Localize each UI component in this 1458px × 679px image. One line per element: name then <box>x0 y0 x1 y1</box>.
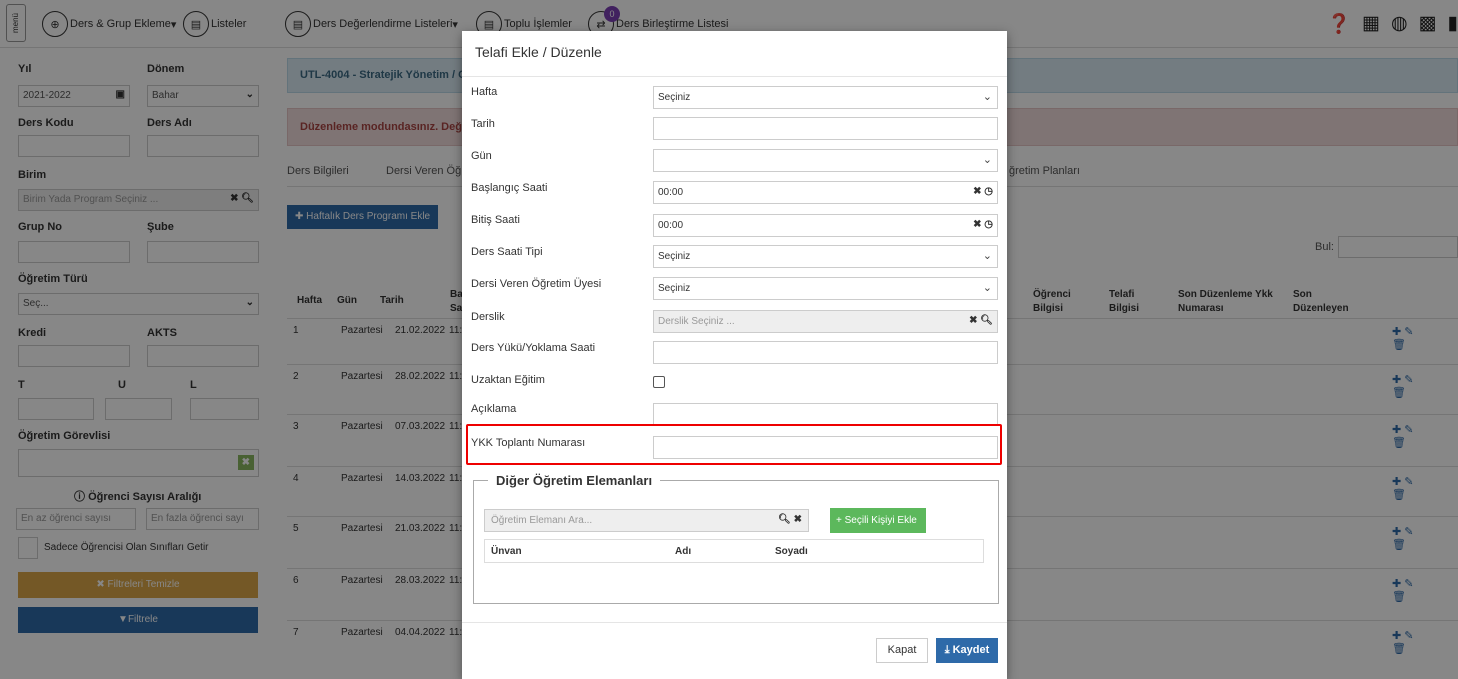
uye-select[interactable]: Seçiniz ⌄ <box>653 277 998 300</box>
staff-table-header: Ünvan Adı Soyadı <box>484 539 984 563</box>
aciklama-input[interactable] <box>653 403 998 426</box>
th-unvan: Ünvan <box>491 546 522 557</box>
yuk-input[interactable] <box>653 341 998 364</box>
uzaktan-checkbox[interactable] <box>653 376 665 388</box>
gun-label: Gün <box>471 150 492 162</box>
close-button[interactable]: Kapat <box>876 638 928 663</box>
derslik-label: Derslik <box>471 311 505 323</box>
tarih-label: Tarih <box>471 118 495 130</box>
clear-clock-icons[interactable]: ✖ ◷ <box>973 219 993 230</box>
th-soyadi: Soyadı <box>775 546 808 557</box>
download-icon: ⤓ <box>944 644 953 656</box>
uzaktan-label: Uzaktan Eğitim <box>471 374 545 386</box>
telafi-modal: Telafi Ekle / Düzenle Hafta Seçiniz ⌄ Tar… <box>462 31 1007 679</box>
ykk-label: YKK Toplantı Numarası <box>471 437 586 449</box>
search-clear-icons[interactable]: 🔍︎ ✖ <box>778 514 802 525</box>
th-adi: Adı <box>675 546 692 557</box>
tarih-input[interactable] <box>653 117 998 140</box>
staff-search-input[interactable]: Öğretim Elemanı Ara... 🔍︎ ✖ <box>484 509 809 532</box>
divider <box>462 622 1007 623</box>
clear-search-icons[interactable]: ✖ 🔍︎ <box>969 315 993 326</box>
derslik-input[interactable]: Derslik Seçiniz ... ✖ 🔍︎ <box>653 310 998 333</box>
clear-clock-icons[interactable]: ✖ ◷ <box>973 186 993 197</box>
bitis-label: Bitiş Saati <box>471 214 520 226</box>
hafta-label: Hafta <box>471 86 498 98</box>
chevron-down-icon: ⌄ <box>982 154 992 166</box>
ykk-input[interactable] <box>653 436 998 459</box>
hafta-select[interactable]: Seçiniz ⌄ <box>653 86 998 109</box>
tip-select[interactable]: Seçiniz ⌄ <box>653 245 998 268</box>
yuk-label: Ders Yükü/Yoklama Saati <box>471 342 596 354</box>
chevron-down-icon: ⌄ <box>982 250 992 262</box>
divider <box>462 76 1007 77</box>
gun-select[interactable]: ⌄ <box>653 149 998 172</box>
uye-label: Dersi Veren Öğretim Üyesi <box>471 278 602 290</box>
aciklama-label: Açıklama <box>471 403 517 415</box>
chevron-down-icon: ⌄ <box>982 91 992 103</box>
bitis-input[interactable]: 00:00 ✖ ◷ <box>653 214 998 237</box>
tip-label: Ders Saati Tipi <box>471 246 543 258</box>
other-staff-section: Diğer Öğretim Elemanları Öğretim Elemanı… <box>473 473 999 604</box>
other-staff-legend: Diğer Öğretim Elemanları <box>488 473 661 488</box>
chevron-down-icon: ⌄ <box>982 282 992 294</box>
add-selected-person-button[interactable]: + Seçili Kişiyi Ekle <box>830 508 926 533</box>
baslangic-input[interactable]: 00:00 ✖ ◷ <box>653 181 998 204</box>
baslangic-label: Başlangıç Saati <box>471 182 548 194</box>
save-button[interactable]: ⤓ Kaydet <box>936 638 998 663</box>
modal-title: Telafi Ekle / Düzenle <box>475 44 602 60</box>
